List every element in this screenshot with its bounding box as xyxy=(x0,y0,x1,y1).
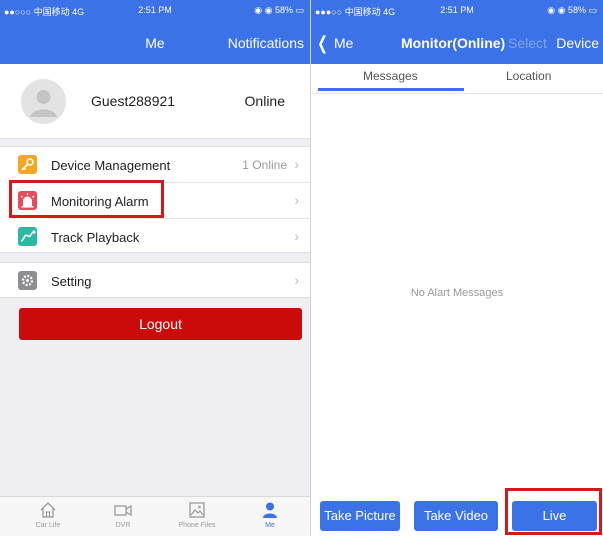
video-camera-icon xyxy=(114,504,132,517)
menu-item-device-management[interactable]: Device Management 1 Online › xyxy=(0,147,310,182)
profile-card[interactable]: Guest288921 Online xyxy=(0,64,310,139)
status-bar: ●●●○○ 中国移动 4G 2:51 PM ◉ ◉ 58% ▭ xyxy=(311,0,603,22)
menu-item-label: Device Management xyxy=(51,158,171,173)
tab-bar: Car Life DVR Phone Files Me xyxy=(0,496,310,536)
back-button[interactable]: ❮ Me xyxy=(315,33,353,54)
chevron-right-icon: › xyxy=(294,156,299,172)
battery-status: ◉ ◉ 58% ▭ xyxy=(254,5,304,15)
image-icon xyxy=(189,502,205,518)
chevron-right-icon: › xyxy=(294,272,299,288)
highlight-annotation xyxy=(505,488,602,535)
notifications-button[interactable]: Notifications xyxy=(228,35,304,51)
avatar xyxy=(21,79,66,124)
device-button[interactable]: Device xyxy=(556,35,599,51)
menu-item-setting[interactable]: Setting › xyxy=(0,263,310,298)
menu-item-label: Track Playback xyxy=(51,230,140,245)
page-title: Monitor(Online) xyxy=(401,35,506,51)
me-screen: ●●○○○ 中国移动 4G 2:51 PM ◉ ◉ 58% ▭ Me Notif… xyxy=(0,0,310,536)
active-tab-indicator xyxy=(318,88,464,91)
tab-messages[interactable]: Messages xyxy=(363,69,418,83)
back-label: Me xyxy=(333,35,354,51)
battery-status: ◉ ◉ 58% ▭ xyxy=(547,5,597,15)
empty-state-message: No Alart Messages xyxy=(410,287,504,299)
person-icon xyxy=(30,90,57,117)
route-icon xyxy=(18,227,37,246)
key-icon xyxy=(18,155,37,174)
highlight-annotation xyxy=(9,180,164,218)
tab-label: Car Life xyxy=(35,522,61,529)
device-online-count: 1 Online xyxy=(242,158,287,172)
logout-button[interactable]: Logout xyxy=(19,308,302,340)
nav-bar: Me Notifications xyxy=(0,22,310,64)
menu-group-settings: Setting › xyxy=(0,262,310,298)
menu-item-track-playback[interactable]: Track Playback › xyxy=(0,219,310,254)
chevron-right-icon: › xyxy=(294,228,299,244)
person-icon xyxy=(263,502,277,518)
tab-me[interactable]: Me xyxy=(240,500,300,529)
tab-car-life[interactable]: Car Life xyxy=(18,500,78,529)
chevron-left-icon: ❮ xyxy=(317,33,328,53)
tab-label: DVR xyxy=(115,522,131,529)
take-video-button[interactable]: Take Video xyxy=(414,501,498,531)
chevron-right-icon: › xyxy=(294,192,299,208)
nav-bar: ❮ Me Monitor(Online) Select Device xyxy=(311,22,603,64)
monitor-screen: ●●●○○ 中国移动 4G 2:51 PM ◉ ◉ 58% ▭ ❮ Me Mon… xyxy=(311,0,603,536)
menu-item-label: Setting xyxy=(51,274,92,289)
segment-control: Messages Location xyxy=(311,64,603,94)
tab-label: Me xyxy=(265,522,275,529)
tab-location[interactable]: Location xyxy=(506,69,551,83)
gear-icon xyxy=(18,271,37,290)
username: Guest288921 xyxy=(91,93,176,109)
select-button[interactable]: Select xyxy=(508,35,547,51)
tab-phone-files[interactable]: Phone Files xyxy=(167,500,227,529)
take-picture-button[interactable]: Take Picture xyxy=(320,501,400,531)
tab-dvr[interactable]: DVR xyxy=(93,500,153,529)
tab-label: Phone Files xyxy=(178,522,216,529)
home-icon xyxy=(40,502,56,518)
online-status: Online xyxy=(244,93,285,109)
status-bar: ●●○○○ 中国移动 4G 2:51 PM ◉ ◉ 58% ▭ xyxy=(0,0,310,22)
